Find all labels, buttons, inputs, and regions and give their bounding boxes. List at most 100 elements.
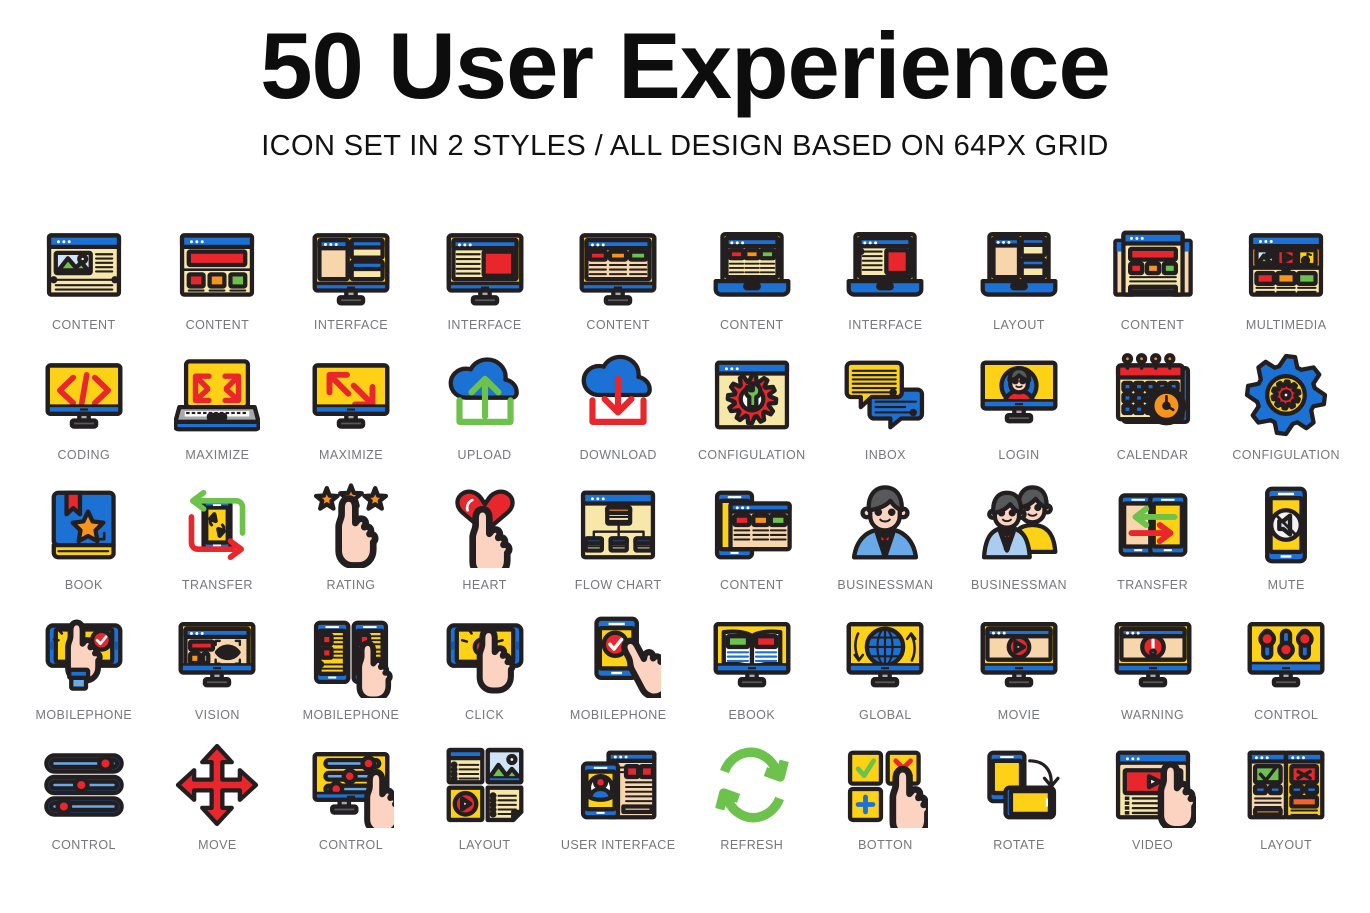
icon-cell-laptop-three-cards[interactable]: CONTENT [685,216,819,346]
phone-check-hand-icon[interactable] [566,606,670,704]
tablet-tap-check-icon[interactable] [32,606,136,704]
heart-hand-icon[interactable] [433,476,537,574]
icon-cell-phone-sync-arrows[interactable]: TRANSFER [151,476,285,606]
icon-cell-monitor-sliders-hand[interactable]: CONTROL [284,736,418,866]
browser-video-hand-icon[interactable] [1101,736,1205,834]
icon-cell-phone-rotate[interactable]: ROTATE [952,736,1086,866]
browser-flowchart-icon[interactable] [566,476,670,574]
icon-cell-monitor-text-image[interactable]: INTERFACE [418,216,552,346]
icon-cell-monitor-play-button[interactable]: MOVIE [952,606,1086,736]
icon-cell-monitor-eye-focus[interactable]: VISION [151,606,285,736]
two-phones-arrows-icon[interactable] [1101,476,1205,574]
browser-media-tiles-icon[interactable] [1234,216,1338,314]
icon-cell-two-phones-tap[interactable]: MOBILEPHONE [284,606,418,736]
icon-cell-laptop-expand-arrows[interactable]: MAXIMIZE [151,346,285,476]
icon-cell-monitor-code-brackets[interactable]: CODING [17,346,151,476]
tablet-click-button-icon[interactable] [433,606,537,704]
calendar-clock-icon[interactable] [1101,346,1205,444]
icon-cell-browser-gear-wrench[interactable]: CONFIGULATION [685,346,819,476]
monitor-eye-focus-icon[interactable] [165,606,269,704]
icon-cell-businessman-single[interactable]: BUSINESSMAN [819,476,953,606]
icon-cell-monitor-panels-layout[interactable]: INTERFACE [284,216,418,346]
cloud-download-icon[interactable] [566,346,670,444]
icon-cell-four-content-tiles[interactable]: LAYOUT [418,736,552,866]
icon-cell-browser-media-tiles[interactable]: MULTIMEDIA [1219,216,1353,346]
browser-article-image-icon[interactable] [32,216,136,314]
laptop-three-cards-icon[interactable] [700,216,804,314]
monitor-user-avatar-icon[interactable] [967,346,1071,444]
icon-cell-monitor-exclamation[interactable]: WARNING [1086,606,1220,736]
icon-cell-monitor-three-cards[interactable]: CONTENT [551,216,685,346]
icon-cell-phone-page-overlap[interactable]: USER INTERFACE [551,736,685,866]
monitor-panels-layout-icon[interactable] [299,216,403,314]
two-column-compare-icon[interactable] [1234,736,1338,834]
icon-cell-cloud-upload[interactable]: UPLOAD [418,346,552,476]
double-gear-icon[interactable] [1234,346,1338,444]
icon-cell-tablet-click-button[interactable]: CLICK [418,606,552,736]
monitor-three-cards-icon[interactable] [566,216,670,314]
icon-cell-four-way-arrows[interactable]: MOVE [151,736,285,866]
icon-cell-phone-mute-speaker[interactable]: MUTE [1219,476,1353,606]
phone-rotate-icon[interactable] [967,736,1071,834]
icon-cell-monitor-sliders[interactable]: CONTROL [1219,606,1353,736]
businessman-pair-icon[interactable] [967,476,1071,574]
phone-browser-cards-icon[interactable] [700,476,804,574]
icon-cell-phone-browser-cards[interactable]: CONTENT [685,476,819,606]
monitor-sliders-hand-icon[interactable] [299,736,403,834]
icon-cell-laptop-text-image[interactable]: INTERFACE [819,216,953,346]
icon-cell-three-slider-bars[interactable]: CONTROL [17,736,151,866]
monitor-play-button-icon[interactable] [967,606,1071,704]
icon-cell-browser-video-hand[interactable]: VIDEO [1086,736,1220,866]
monitor-text-image-icon[interactable] [433,216,537,314]
icon-cell-businessman-pair[interactable]: BUSINESSMAN [952,476,1086,606]
businessman-single-icon[interactable] [833,476,937,574]
browser-gear-wrench-icon[interactable] [700,346,804,444]
icon-cell-three-stars-hand[interactable]: RATING [284,476,418,606]
icon-cell-tablet-tap-check[interactable]: MOBILEPHONE [17,606,151,736]
four-content-tiles-icon[interactable] [433,736,537,834]
browser-banner-cards-icon[interactable] [165,216,269,314]
three-slider-bars-icon[interactable] [32,736,136,834]
icon-cell-chat-bubbles[interactable]: INBOX [819,346,953,476]
book-star-bookmark-icon[interactable] [32,476,136,574]
monitor-globe-icon[interactable] [833,606,937,704]
phone-mute-speaker-icon[interactable] [1234,476,1338,574]
monitor-diagonal-arrows-icon[interactable] [299,346,403,444]
icon-cell-stacked-windows-cards[interactable]: CONTENT [1086,216,1220,346]
monitor-code-brackets-icon[interactable] [32,346,136,444]
phone-sync-arrows-icon[interactable] [165,476,269,574]
icon-cell-phone-check-hand[interactable]: MOBILEPHONE [551,606,685,736]
icon-cell-two-phones-arrows[interactable]: TRANSFER [1086,476,1220,606]
icon-cell-calendar-clock[interactable]: CALENDAR [1086,346,1220,476]
icon-cell-heart-hand[interactable]: HEART [418,476,552,606]
phone-page-overlap-icon[interactable] [566,736,670,834]
monitor-exclamation-icon[interactable] [1101,606,1205,704]
icon-cell-monitor-diagonal-arrows[interactable]: MAXIMIZE [284,346,418,476]
icon-cell-browser-article-image[interactable]: CONTENT [17,216,151,346]
two-phones-tap-icon[interactable] [299,606,403,704]
icon-cell-monitor-user-avatar[interactable]: LOGIN [952,346,1086,476]
laptop-text-image-icon[interactable] [833,216,937,314]
icon-cell-laptop-split-panels[interactable]: LAYOUT [952,216,1086,346]
icon-cell-two-column-compare[interactable]: LAYOUT [1219,736,1353,866]
laptop-expand-arrows-icon[interactable] [165,346,269,444]
cloud-upload-icon[interactable] [433,346,537,444]
icon-cell-browser-flowchart[interactable]: FLOW CHART [551,476,685,606]
monitor-sliders-icon[interactable] [1234,606,1338,704]
icon-cell-double-gear[interactable]: CONFIGULATION [1219,346,1353,476]
icon-cell-monitor-open-book[interactable]: EBOOK [685,606,819,736]
icon-cell-monitor-globe[interactable]: GLOBAL [819,606,953,736]
monitor-open-book-icon[interactable] [700,606,804,704]
button-tiles-hand-icon[interactable] [833,736,937,834]
chat-bubbles-icon[interactable] [833,346,937,444]
icon-cell-button-tiles-hand[interactable]: BOTTON [819,736,953,866]
stacked-windows-cards-icon[interactable] [1101,216,1205,314]
four-way-arrows-icon[interactable] [165,736,269,834]
icon-cell-book-star-bookmark[interactable]: BOOK [17,476,151,606]
icon-cell-cloud-download[interactable]: DOWNLOAD [551,346,685,476]
circular-refresh-icon[interactable] [700,736,804,834]
laptop-split-panels-icon[interactable] [967,216,1071,314]
three-stars-hand-icon[interactable] [299,476,403,574]
icon-cell-browser-banner-cards[interactable]: CONTENT [151,216,285,346]
icon-cell-circular-refresh[interactable]: REFRESH [685,736,819,866]
